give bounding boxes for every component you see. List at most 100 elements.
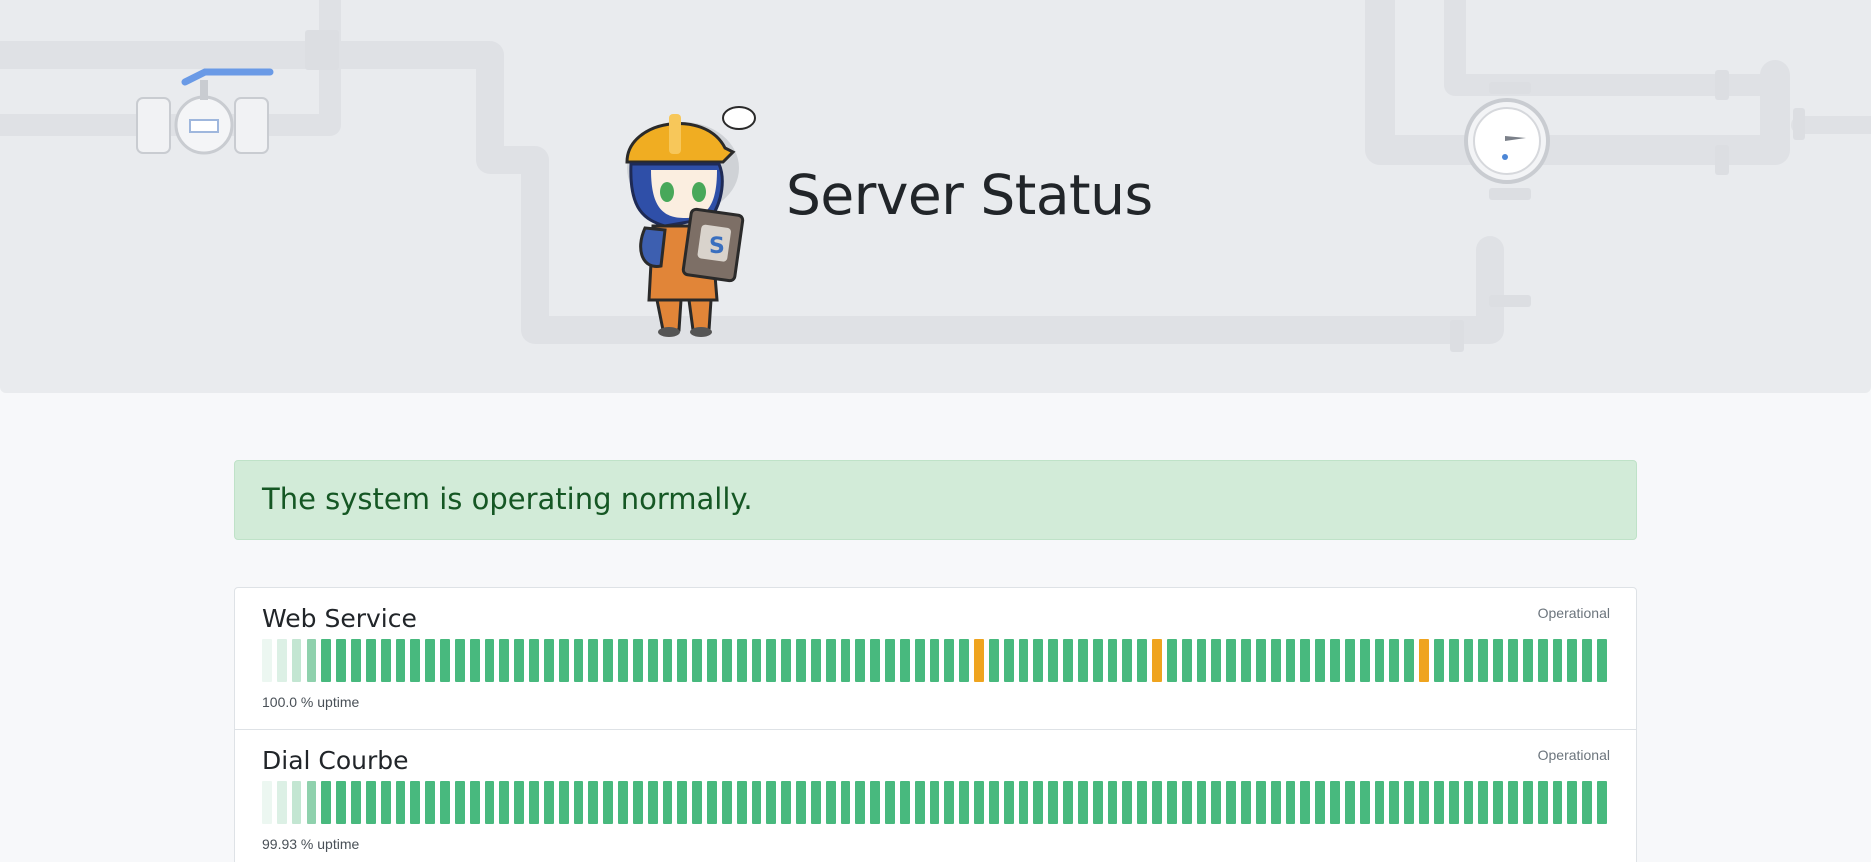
- uptime-bar[interactable]: [988, 781, 999, 824]
- uptime-bar[interactable]: [1344, 639, 1355, 682]
- uptime-bar[interactable]: [1181, 781, 1192, 824]
- uptime-bar[interactable]: [276, 781, 287, 824]
- uptime-bar[interactable]: [1003, 639, 1014, 682]
- uptime-bar[interactable]: [1241, 639, 1251, 682]
- uptime-bar[interactable]: [499, 639, 510, 682]
- uptime-bar[interactable]: [440, 781, 450, 824]
- uptime-bar[interactable]: [988, 639, 999, 682]
- uptime-bar[interactable]: [321, 781, 332, 824]
- uptime-bar[interactable]: [914, 781, 925, 824]
- uptime-bar[interactable]: [291, 781, 302, 824]
- uptime-bar[interactable]: [558, 781, 569, 824]
- uptime-bar[interactable]: [440, 639, 450, 682]
- uptime-bar[interactable]: [543, 781, 554, 824]
- uptime-bar[interactable]: [1597, 639, 1607, 682]
- uptime-bar[interactable]: [899, 639, 910, 682]
- uptime-bar[interactable]: [870, 639, 881, 682]
- uptime-bar[interactable]: [1522, 639, 1533, 682]
- uptime-bar[interactable]: [1344, 781, 1355, 824]
- uptime-bar[interactable]: [484, 639, 495, 682]
- uptime-bar[interactable]: [573, 781, 584, 824]
- uptime-bar[interactable]: [573, 639, 584, 682]
- uptime-bar[interactable]: [529, 639, 539, 682]
- uptime-bar[interactable]: [262, 639, 272, 682]
- uptime-bar[interactable]: [1196, 639, 1207, 682]
- uptime-bar[interactable]: [1597, 781, 1607, 824]
- uptime-bar[interactable]: [840, 781, 851, 824]
- uptime-bar[interactable]: [1181, 639, 1192, 682]
- uptime-bar[interactable]: [929, 639, 940, 682]
- uptime-bar[interactable]: [351, 639, 361, 682]
- uptime-bar[interactable]: [766, 781, 777, 824]
- uptime-bar[interactable]: [484, 781, 495, 824]
- uptime-bar[interactable]: [1018, 781, 1029, 824]
- uptime-bar[interactable]: [1315, 781, 1326, 824]
- uptime-bar[interactable]: [558, 639, 569, 682]
- uptime-bar[interactable]: [1537, 781, 1548, 824]
- uptime-bar[interactable]: [395, 781, 406, 824]
- uptime-bar[interactable]: [632, 781, 643, 824]
- uptime-bar[interactable]: [632, 639, 643, 682]
- uptime-bar[interactable]: [677, 639, 688, 682]
- uptime-bar[interactable]: [736, 639, 747, 682]
- uptime-bar[interactable]: [707, 781, 717, 824]
- uptime-bar[interactable]: [662, 781, 673, 824]
- uptime-bar[interactable]: [1419, 639, 1429, 682]
- uptime-bar[interactable]: [1270, 781, 1281, 824]
- uptime-bar[interactable]: [351, 781, 361, 824]
- uptime-bar[interactable]: [1255, 639, 1266, 682]
- uptime-bar[interactable]: [529, 781, 539, 824]
- uptime-bar[interactable]: [588, 781, 599, 824]
- uptime-bar[interactable]: [944, 781, 955, 824]
- uptime-bar[interactable]: [336, 781, 346, 824]
- uptime-bar[interactable]: [1033, 639, 1044, 682]
- uptime-bar[interactable]: [454, 781, 465, 824]
- uptime-bar[interactable]: [1315, 639, 1326, 682]
- uptime-bar[interactable]: [1122, 781, 1133, 824]
- uptime-bar[interactable]: [974, 781, 984, 824]
- uptime-bar[interactable]: [721, 639, 732, 682]
- uptime-bar[interactable]: [840, 639, 851, 682]
- uptime-bar[interactable]: [306, 781, 317, 824]
- uptime-bar[interactable]: [306, 639, 317, 682]
- uptime-bar[interactable]: [1404, 639, 1415, 682]
- uptime-bar[interactable]: [677, 781, 688, 824]
- uptime-bar[interactable]: [1196, 781, 1207, 824]
- uptime-bar[interactable]: [766, 639, 777, 682]
- uptime-bar[interactable]: [618, 781, 628, 824]
- uptime-bar[interactable]: [796, 781, 806, 824]
- uptime-bar[interactable]: [1018, 639, 1029, 682]
- uptime-bar[interactable]: [365, 639, 376, 682]
- uptime-bar[interactable]: [810, 781, 821, 824]
- uptime-bar[interactable]: [380, 781, 391, 824]
- uptime-bar[interactable]: [1226, 781, 1237, 824]
- uptime-bar[interactable]: [380, 639, 391, 682]
- uptime-bar[interactable]: [1448, 639, 1459, 682]
- uptime-bar[interactable]: [1137, 639, 1148, 682]
- uptime-bar[interactable]: [1152, 781, 1162, 824]
- uptime-bar[interactable]: [1152, 639, 1162, 682]
- uptime-bar[interactable]: [781, 781, 792, 824]
- uptime-bar[interactable]: [1300, 639, 1311, 682]
- uptime-bar[interactable]: [647, 781, 658, 824]
- uptime-bar[interactable]: [1522, 781, 1533, 824]
- uptime-bar[interactable]: [1033, 781, 1044, 824]
- uptime-bar[interactable]: [321, 639, 332, 682]
- uptime-bar[interactable]: [499, 781, 510, 824]
- uptime-bar[interactable]: [1537, 639, 1548, 682]
- uptime-bar[interactable]: [603, 781, 614, 824]
- uptime-bar[interactable]: [618, 639, 628, 682]
- uptime-bar[interactable]: [1552, 781, 1563, 824]
- uptime-bar[interactable]: [1137, 781, 1148, 824]
- uptime-bar[interactable]: [1433, 781, 1444, 824]
- uptime-bar[interactable]: [855, 781, 866, 824]
- uptime-bar[interactable]: [1493, 781, 1504, 824]
- uptime-bar[interactable]: [1077, 639, 1088, 682]
- uptime-bar[interactable]: [1552, 639, 1563, 682]
- uptime-bar[interactable]: [514, 781, 525, 824]
- uptime-bar[interactable]: [885, 781, 895, 824]
- uptime-bar[interactable]: [1567, 639, 1578, 682]
- uptime-bar[interactable]: [944, 639, 955, 682]
- uptime-bar[interactable]: [1374, 639, 1385, 682]
- uptime-bar[interactable]: [1255, 781, 1266, 824]
